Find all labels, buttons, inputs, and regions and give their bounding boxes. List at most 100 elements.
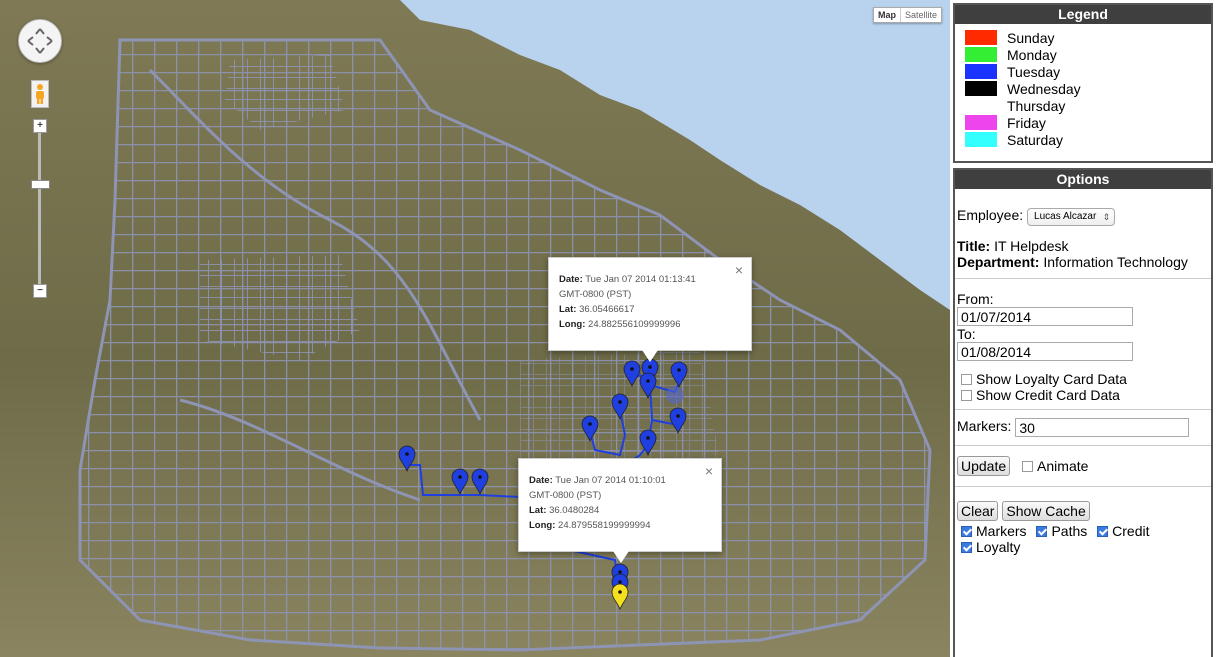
show-credit-checkbox[interactable]	[961, 390, 972, 401]
location-marker-icon[interactable]	[611, 393, 629, 421]
long-label: Long:	[559, 319, 586, 330]
legend-swatch	[965, 64, 997, 79]
date-label: Date:	[559, 274, 583, 285]
legend-swatch	[965, 30, 997, 45]
from-date-input[interactable]: 01/07/2014	[957, 307, 1133, 326]
date-value: Tue Jan 07 2014 01:10:01	[555, 475, 666, 486]
legend-swatch	[965, 115, 997, 130]
update-button[interactable]: Update	[957, 456, 1011, 476]
location-marker-icon[interactable]	[398, 445, 416, 473]
legend-panel: Legend Sunday Monday Tuesday Wednesday Thurs…	[953, 3, 1213, 163]
legend-label: Friday	[1007, 114, 1046, 131]
layers-section: Clear Show Cache Markers Paths Credit Lo…	[955, 487, 1211, 559]
pan-arrows-icon	[27, 28, 53, 54]
location-marker-icon[interactable]	[471, 468, 489, 496]
timezone-value: GMT-0800 (PST)	[529, 490, 602, 501]
legend-label: Saturday	[1007, 131, 1064, 148]
map-type-control: Map Satellite	[872, 7, 942, 23]
from-label: From:	[957, 291, 994, 307]
location-marker-icon[interactable]	[451, 468, 469, 496]
map-type-satellite-button[interactable]: Satellite	[899, 8, 941, 22]
employee-label: Employee:	[957, 207, 1024, 223]
location-marker-icon[interactable]	[623, 360, 641, 388]
employee-section: Employee: Lucas Alcazar Title: IT Helpde…	[955, 189, 1211, 279]
title-label: Title:	[957, 238, 991, 254]
location-marker-icon[interactable]	[639, 429, 657, 457]
legend-item: Monday	[955, 46, 1211, 63]
lat-value: 36.0480284	[549, 505, 600, 516]
current-location-marker-icon[interactable]	[611, 583, 629, 611]
close-icon[interactable]: ×	[735, 263, 743, 277]
department-label: Department:	[957, 254, 1040, 270]
credit-check-label: Credit	[1112, 523, 1150, 539]
zoom-slider-thumb[interactable]	[31, 180, 50, 189]
markers-label: Markers:	[957, 418, 1012, 435]
markers-checkbox[interactable]	[961, 526, 972, 537]
loyalty-check-label: Loyalty	[976, 539, 1021, 555]
pan-control[interactable]	[18, 19, 62, 63]
legend-item: Sunday	[955, 29, 1211, 46]
paths-check-label: Paths	[1051, 523, 1088, 539]
credit-checkbox[interactable]	[1097, 526, 1109, 537]
legend-label: Monday	[1007, 46, 1057, 63]
options-panel: Options Employee: Lucas Alcazar Title: I…	[953, 168, 1213, 657]
date-label: Date:	[529, 475, 553, 486]
location-marker-icon[interactable]	[670, 361, 688, 389]
map-type-map-button[interactable]: Map	[874, 8, 900, 22]
close-icon[interactable]: ×	[705, 464, 713, 478]
pegman-icon	[36, 84, 44, 104]
timezone-value: GMT-0800 (PST)	[559, 289, 632, 300]
lat-value: 36.05466617	[579, 304, 635, 315]
show-loyalty-label: Show Loyalty Card Data	[976, 371, 1127, 387]
map-canvas[interactable]: Map Satellite + − × Date: Tue Jan 07 201…	[0, 0, 950, 657]
legend-item: Wednesday	[955, 80, 1211, 97]
long-value: 24.879558199999994	[558, 520, 651, 531]
animate-checkbox[interactable]	[1022, 461, 1034, 472]
animate-label: Animate	[1037, 458, 1089, 474]
markers-check-label: Markers	[976, 523, 1027, 539]
legend-swatch	[965, 132, 997, 147]
legend-title: Legend	[955, 5, 1211, 24]
legend-item: Tuesday	[955, 63, 1211, 80]
long-value: 24.882556109999996	[588, 319, 681, 330]
legend-item: Friday	[955, 114, 1211, 131]
zoom-in-button[interactable]: +	[33, 119, 47, 133]
legend-item: Thursday	[955, 97, 1211, 114]
legend-list: Sunday Monday Tuesday Wednesday Thursday Frid…	[955, 24, 1211, 148]
info-window-tail	[613, 551, 629, 563]
to-date-input[interactable]: 01/08/2014	[957, 342, 1133, 361]
lat-label: Lat:	[529, 505, 547, 516]
date-range-section: From: 01/07/2014 To: 01/08/2014 Show Loy…	[955, 279, 1211, 410]
paths-checkbox[interactable]	[1036, 526, 1048, 537]
loyalty-checkbox[interactable]	[961, 542, 972, 553]
legend-swatch	[965, 81, 997, 96]
info-window: × Date: Tue Jan 07 2014 01:10:01 GMT-080…	[518, 458, 722, 563]
long-label: Long:	[529, 520, 556, 531]
title-value: IT Helpdesk	[994, 238, 1069, 254]
street-view-pegman[interactable]	[31, 80, 49, 108]
markers-count-input[interactable]: 30	[1015, 418, 1190, 437]
options-title: Options	[955, 170, 1211, 189]
show-loyalty-checkbox[interactable]	[961, 374, 972, 385]
zoom-slider-track[interactable]	[38, 125, 41, 290]
department-value: Information Technology	[1043, 254, 1188, 270]
location-marker-icon[interactable]	[669, 407, 687, 435]
lat-label: Lat:	[559, 304, 577, 315]
legend-label: Sunday	[1007, 29, 1055, 46]
markers-section: Markers: 30	[955, 410, 1211, 446]
location-marker-icon[interactable]	[639, 372, 657, 400]
info-window-tail	[642, 350, 658, 362]
legend-swatch	[965, 47, 997, 62]
employee-select[interactable]: Lucas Alcazar	[1027, 208, 1116, 226]
markers-layer	[398, 358, 688, 611]
legend-swatch	[965, 98, 997, 113]
legend-label: Wednesday	[1007, 80, 1081, 97]
location-marker-icon[interactable]	[581, 415, 599, 443]
legend-item: Saturday	[955, 131, 1211, 148]
show-cache-button[interactable]: Show Cache	[1002, 501, 1090, 521]
legend-label: Tuesday	[1007, 63, 1061, 80]
clear-button[interactable]: Clear	[957, 501, 999, 521]
date-value: Tue Jan 07 2014 01:13:41	[585, 274, 696, 285]
update-section: Update Animate	[955, 446, 1211, 487]
zoom-out-button[interactable]: −	[33, 284, 47, 298]
